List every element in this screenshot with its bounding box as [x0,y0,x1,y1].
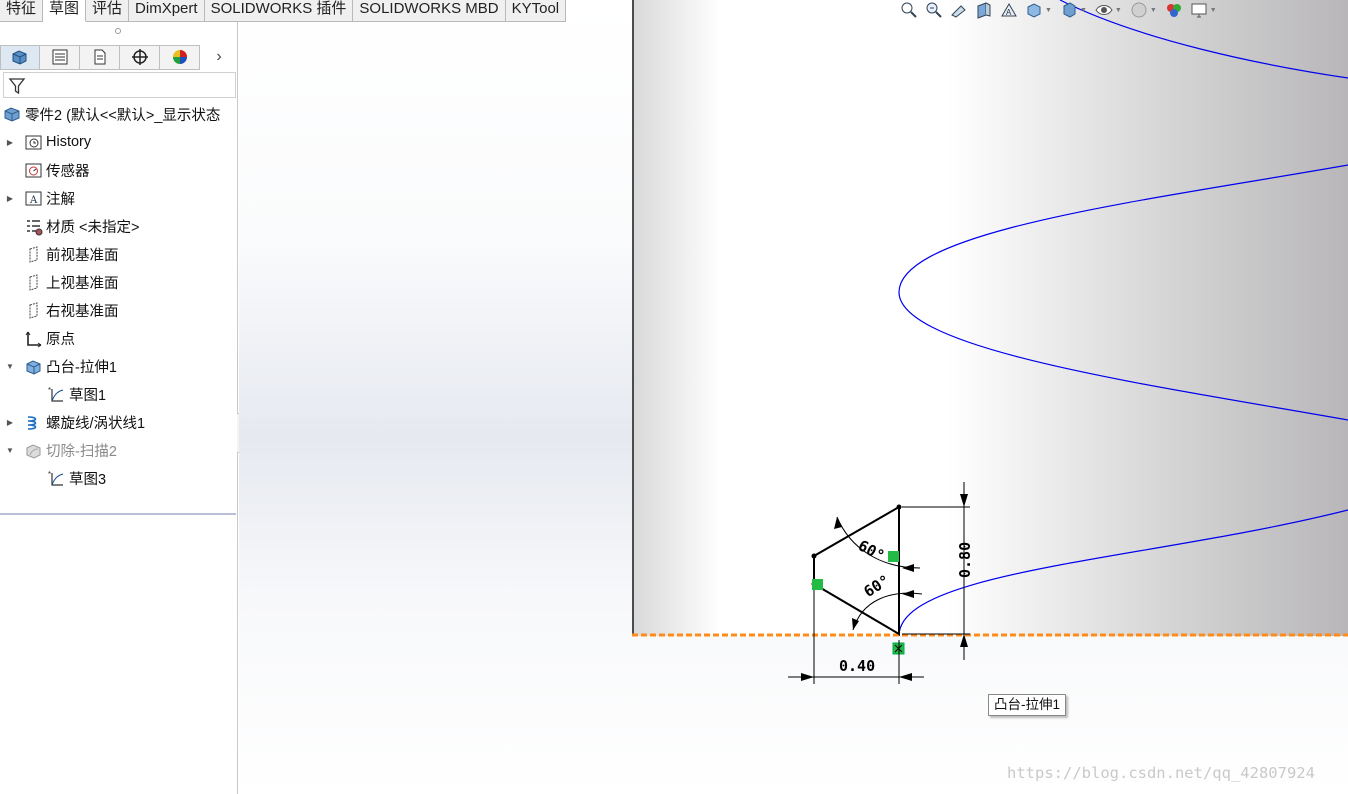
section-view-icon[interactable] [973,0,995,20]
zoom-to-fit-icon[interactable] [898,0,920,20]
vertical-relation-icon[interactable] [812,579,823,590]
dropdown-arrow-icon[interactable]: ▼ [1115,7,1122,14]
helix-curve[interactable] [898,0,1348,637]
command-tab[interactable]: SOLIDWORKS 插件 [204,0,354,22]
apply-scene-icon[interactable] [1163,0,1185,20]
sketch-canvas: 60° 60° 0.40 0.80 [632,0,1348,684]
heads-up-view-toolbar: A ▼ ▼ ▼ ▼ ▼ [898,0,1220,20]
svg-text:A: A [1006,8,1012,17]
dropdown-arrow-icon[interactable]: ▼ [1045,7,1052,14]
vertical-dimension[interactable]: 0.80 [956,542,974,578]
command-tab[interactable]: 草图 [43,0,87,22]
hover-tooltip: 凸台-拉伸1 [988,694,1067,716]
dropdown-arrow-icon[interactable]: ▼ [1210,7,1217,14]
watermark-text: https://blog.csdn.net/qq_42807924 [1007,764,1315,782]
edit-appearance-icon[interactable] [1128,0,1150,20]
zoom-area-icon[interactable] [923,0,945,20]
angle-dimension-top[interactable]: 60° [855,536,887,565]
view-orientation-icon[interactable] [1023,0,1045,20]
dropdown-arrow-icon[interactable]: ▼ [1150,7,1157,14]
sketch-profile[interactable] [813,506,900,636]
command-tab[interactable]: 评估 [86,0,130,22]
command-manager-tabs: 特征 草图 评估 DimXpert SOLIDWORKS 插件 SOLIDWORKS MB… [0,0,567,22]
dropdown-arrow-icon[interactable]: ▼ [1080,7,1087,14]
vertical-relation-icon[interactable] [888,551,899,562]
view-settings-icon[interactable] [1188,0,1210,20]
hide-show-icon[interactable] [1093,0,1115,20]
display-style-icon[interactable] [1058,0,1080,20]
command-tab[interactable]: DimXpert [129,0,205,22]
horizontal-dimension[interactable]: 0.40 [839,657,875,675]
command-tab[interactable]: SOLIDWORKS MBD [353,0,506,22]
command-tab[interactable]: KYTool [505,0,567,22]
dynamic-annotation-icon[interactable]: A [998,0,1020,20]
command-tab[interactable]: 特征 [0,0,44,22]
previous-view-icon[interactable] [948,0,970,20]
angle-dimension-bottom[interactable]: 60° [861,571,894,601]
